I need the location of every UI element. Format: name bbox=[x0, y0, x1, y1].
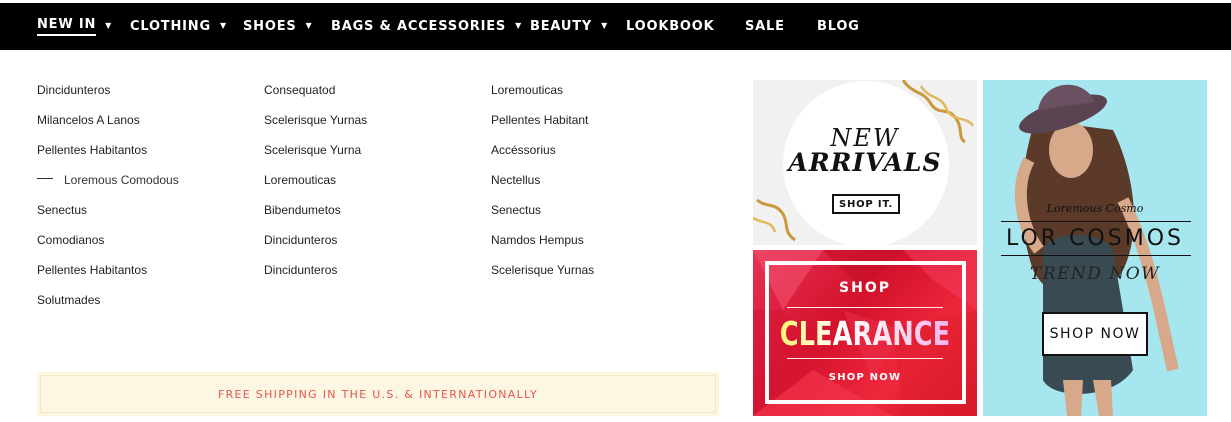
caret-down-icon: ▼ bbox=[105, 21, 113, 30]
menu-link[interactable]: Senectus bbox=[37, 204, 237, 234]
menu-link-hovered[interactable]: Loremous Comodous bbox=[37, 174, 237, 204]
nav-label: NEW IN bbox=[37, 17, 97, 36]
menu-column-1: Dincidunteros Milancelos A Lanos Pellent… bbox=[37, 84, 237, 324]
dash-icon bbox=[37, 178, 53, 180]
menu-link[interactable]: Solutmades bbox=[37, 294, 237, 324]
caret-down-icon: ▼ bbox=[305, 21, 313, 30]
banner-subheading: TREND NOW bbox=[1029, 264, 1161, 284]
menu-link[interactable]: Accéssorius bbox=[491, 144, 691, 174]
banner-heading: LOR COSMOS bbox=[1006, 226, 1184, 251]
shop-it-button[interactable]: SHOP IT. bbox=[832, 194, 900, 214]
banner-heading: ARRIVALS bbox=[788, 148, 942, 177]
free-shipping-text: FREE SHIPPING IN THE U.S. & INTERNATIONA… bbox=[40, 375, 716, 413]
nav-blog[interactable]: BLOG bbox=[817, 3, 860, 50]
menu-column-3: Loremouticas Pellentes Habitant Accéssor… bbox=[491, 84, 691, 294]
menu-link[interactable]: Senectus bbox=[491, 204, 691, 234]
menu-link[interactable]: Dincidunteros bbox=[264, 264, 464, 294]
nav-label: BEAUTY bbox=[530, 19, 593, 34]
caret-down-icon: ▼ bbox=[219, 21, 227, 30]
nav-new-in[interactable]: NEW IN ▼ bbox=[37, 3, 112, 50]
main-nav: NEW IN ▼ CLOTHING ▼ SHOES ▼ BAGS & ACCES… bbox=[0, 3, 1231, 50]
nav-lookbook[interactable]: LOOKBOOK bbox=[626, 3, 714, 50]
nav-label: SHOES bbox=[243, 19, 297, 34]
clearance-banner[interactable]: SHOP CLEARANCE SHOP NOW bbox=[753, 250, 977, 416]
divider bbox=[787, 307, 943, 308]
menu-link[interactable]: Milancelos A Lanos bbox=[37, 114, 237, 144]
menu-link[interactable]: Scelerisque Yurnas bbox=[491, 264, 691, 294]
menu-link[interactable]: Pellentes Habitant bbox=[491, 114, 691, 144]
menu-link[interactable]: Namdos Hempus bbox=[491, 234, 691, 264]
menu-link[interactable]: Loremouticas bbox=[264, 174, 464, 204]
caret-down-icon: ▼ bbox=[515, 21, 523, 30]
lor-cosmos-banner[interactable]: Loremous Cosmo LOR COSMOS TREND NOW SHOP… bbox=[983, 80, 1207, 416]
nav-label: SALE bbox=[745, 19, 785, 34]
divider bbox=[787, 358, 943, 359]
menu-link[interactable]: Scelerisque Yurnas bbox=[264, 114, 464, 144]
free-shipping-banner: FREE SHIPPING IN THE U.S. & INTERNATIONA… bbox=[37, 372, 719, 416]
shop-now-button[interactable]: SHOP NOW bbox=[1042, 312, 1148, 356]
menu-link[interactable]: Dincidunteros bbox=[264, 234, 464, 264]
menu-link[interactable]: Comodianos bbox=[37, 234, 237, 264]
nav-clothing[interactable]: CLOTHING ▼ bbox=[130, 3, 227, 50]
menu-link[interactable]: Consequatod bbox=[264, 84, 464, 114]
menu-link[interactable]: Bibendumetos bbox=[264, 204, 464, 234]
caret-down-icon: ▼ bbox=[601, 21, 609, 30]
shop-now-link[interactable]: SHOP NOW bbox=[753, 372, 977, 383]
divider bbox=[1001, 221, 1191, 222]
nav-label: LOOKBOOK bbox=[626, 19, 715, 34]
nav-bags-accessories[interactable]: BAGS & ACCESSORIES ▼ bbox=[331, 3, 522, 50]
menu-link[interactable]: Dincidunteros bbox=[37, 84, 237, 114]
nav-label: BLOG bbox=[817, 19, 860, 34]
menu-link[interactable]: Pellentes Habitantos bbox=[37, 144, 237, 174]
menu-link[interactable]: Pellentes Habitantos bbox=[37, 264, 237, 294]
banner-heading: CLEARANCE bbox=[778, 314, 953, 353]
nav-shoes[interactable]: SHOES ▼ bbox=[243, 3, 313, 50]
menu-column-2: Consequatod Scelerisque Yurnas Scelerisq… bbox=[264, 84, 464, 294]
nav-sale[interactable]: SALE bbox=[745, 3, 785, 50]
menu-link-label: Loremous Comodous bbox=[64, 173, 179, 187]
menu-link[interactable]: Scelerisque Yurna bbox=[264, 144, 464, 174]
nav-label: BAGS & ACCESSORIES bbox=[331, 19, 507, 34]
divider bbox=[1001, 255, 1191, 256]
menu-link[interactable]: Nectellus bbox=[491, 174, 691, 204]
banner-heading-small: SHOP bbox=[839, 280, 891, 296]
menu-link[interactable]: Loremouticas bbox=[491, 84, 691, 114]
banner-tagline: Loremous Cosmo bbox=[1046, 202, 1144, 215]
new-arrivals-banner[interactable]: NEW ARRIVALS SHOP IT. bbox=[753, 80, 977, 245]
nav-beauty[interactable]: BEAUTY ▼ bbox=[530, 3, 608, 50]
nav-label: CLOTHING bbox=[130, 19, 211, 34]
